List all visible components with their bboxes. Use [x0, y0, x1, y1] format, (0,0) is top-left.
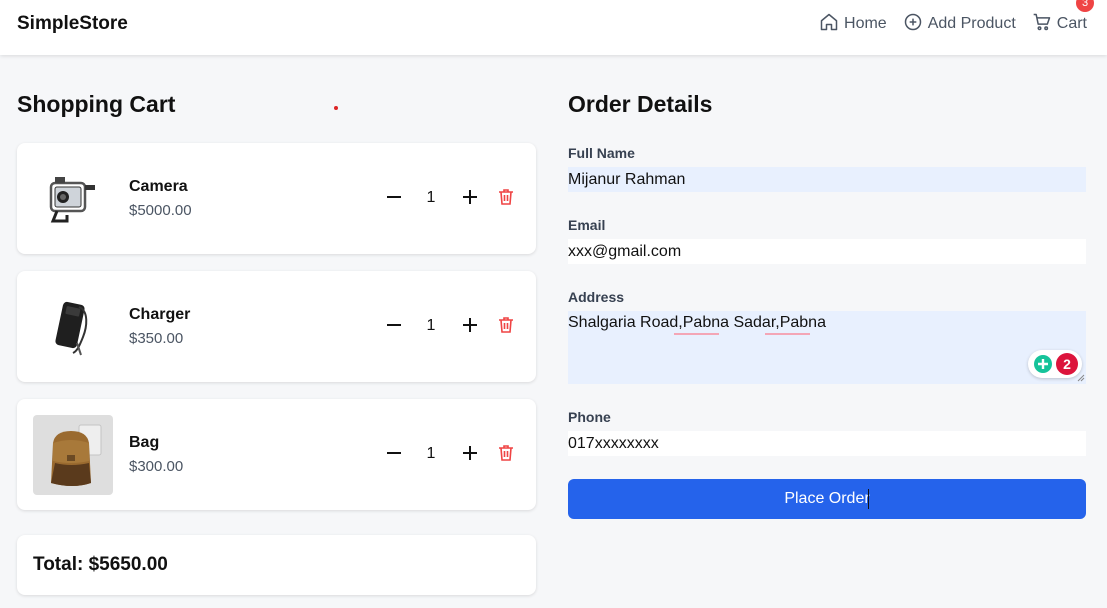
quantity-value: 1	[426, 189, 436, 206]
email-label: Email	[568, 217, 606, 233]
remove-item-button[interactable]	[496, 443, 516, 463]
camera-product-image	[33, 159, 113, 239]
cart-item: Bag $300.00 1	[17, 399, 536, 510]
stray-red-dot	[334, 106, 338, 110]
nav-add-product-link[interactable]: Add Product	[903, 12, 1016, 37]
cart-total: Total: $5650.00	[33, 554, 168, 575]
minus-icon	[387, 324, 401, 326]
remove-item-button[interactable]	[496, 187, 516, 207]
cart-item: Camera $5000.00 1	[17, 143, 536, 254]
decrease-quantity-button[interactable]	[384, 315, 404, 335]
nav-home-link[interactable]: Home	[819, 12, 887, 37]
plus-circle-icon	[903, 12, 923, 37]
full-name-input[interactable]	[568, 167, 1086, 192]
decrease-quantity-button[interactable]	[384, 187, 404, 207]
minus-icon	[387, 452, 401, 454]
item-price: $300.00	[129, 458, 184, 475]
email-input[interactable]	[568, 239, 1086, 264]
navbar: SimpleStore Home Add Product Cart 3	[0, 0, 1107, 55]
increase-quantity-button[interactable]	[460, 443, 480, 463]
phone-label: Phone	[568, 409, 611, 425]
order-details-title: Order Details	[568, 91, 713, 117]
shopping-cart-title: Shopping Cart	[17, 91, 176, 117]
minus-icon	[387, 196, 401, 198]
charger-product-image	[33, 287, 113, 367]
nav-cart-label: Cart	[1056, 15, 1087, 32]
increase-quantity-button[interactable]	[460, 187, 480, 207]
item-price: $5000.00	[129, 202, 192, 219]
mouse-text-cursor	[868, 489, 869, 509]
cart-icon	[1032, 12, 1052, 37]
item-name: Camera	[129, 178, 188, 195]
resize-handle-icon[interactable]	[1077, 374, 1085, 382]
trash-icon	[499, 317, 513, 333]
full-name-label: Full Name	[568, 145, 635, 161]
nav-home-label: Home	[844, 15, 887, 32]
item-name: Charger	[129, 306, 191, 323]
place-order-button[interactable]: Place Order	[568, 479, 1086, 519]
phone-input[interactable]	[568, 431, 1086, 456]
lightbulb-icon	[1034, 355, 1052, 373]
cart-total-card: Total: $5650.00	[17, 535, 536, 595]
grammar-checker-widget[interactable]: 2	[1028, 350, 1082, 378]
quantity-value: 1	[426, 317, 436, 334]
cart-item: Charger $350.00 1	[17, 271, 536, 382]
increase-quantity-button[interactable]	[460, 315, 480, 335]
decrease-quantity-button[interactable]	[384, 443, 404, 463]
nav-add-product-label: Add Product	[927, 15, 1016, 32]
grammar-issue-count: 2	[1056, 353, 1078, 375]
cart-count-badge: 3	[1076, 0, 1094, 12]
bag-product-image	[33, 415, 113, 495]
item-price: $350.00	[129, 330, 184, 347]
plus-icon	[463, 318, 477, 332]
nav-links: Home Add Product Cart 3	[819, 0, 1094, 48]
plus-icon	[463, 446, 477, 460]
nav-cart-link[interactable]: Cart 3	[1032, 0, 1094, 37]
trash-icon	[499, 445, 513, 461]
brand-logo[interactable]: SimpleStore	[17, 13, 128, 35]
remove-item-button[interactable]	[496, 315, 516, 335]
spelling-underline	[765, 333, 810, 335]
spelling-underline	[674, 333, 719, 335]
home-icon	[819, 12, 839, 37]
plus-icon	[463, 190, 477, 204]
quantity-value: 1	[426, 445, 436, 462]
address-textarea[interactable]	[568, 311, 1086, 384]
address-label: Address	[568, 289, 625, 305]
trash-icon	[499, 189, 513, 205]
item-name: Bag	[129, 434, 160, 451]
